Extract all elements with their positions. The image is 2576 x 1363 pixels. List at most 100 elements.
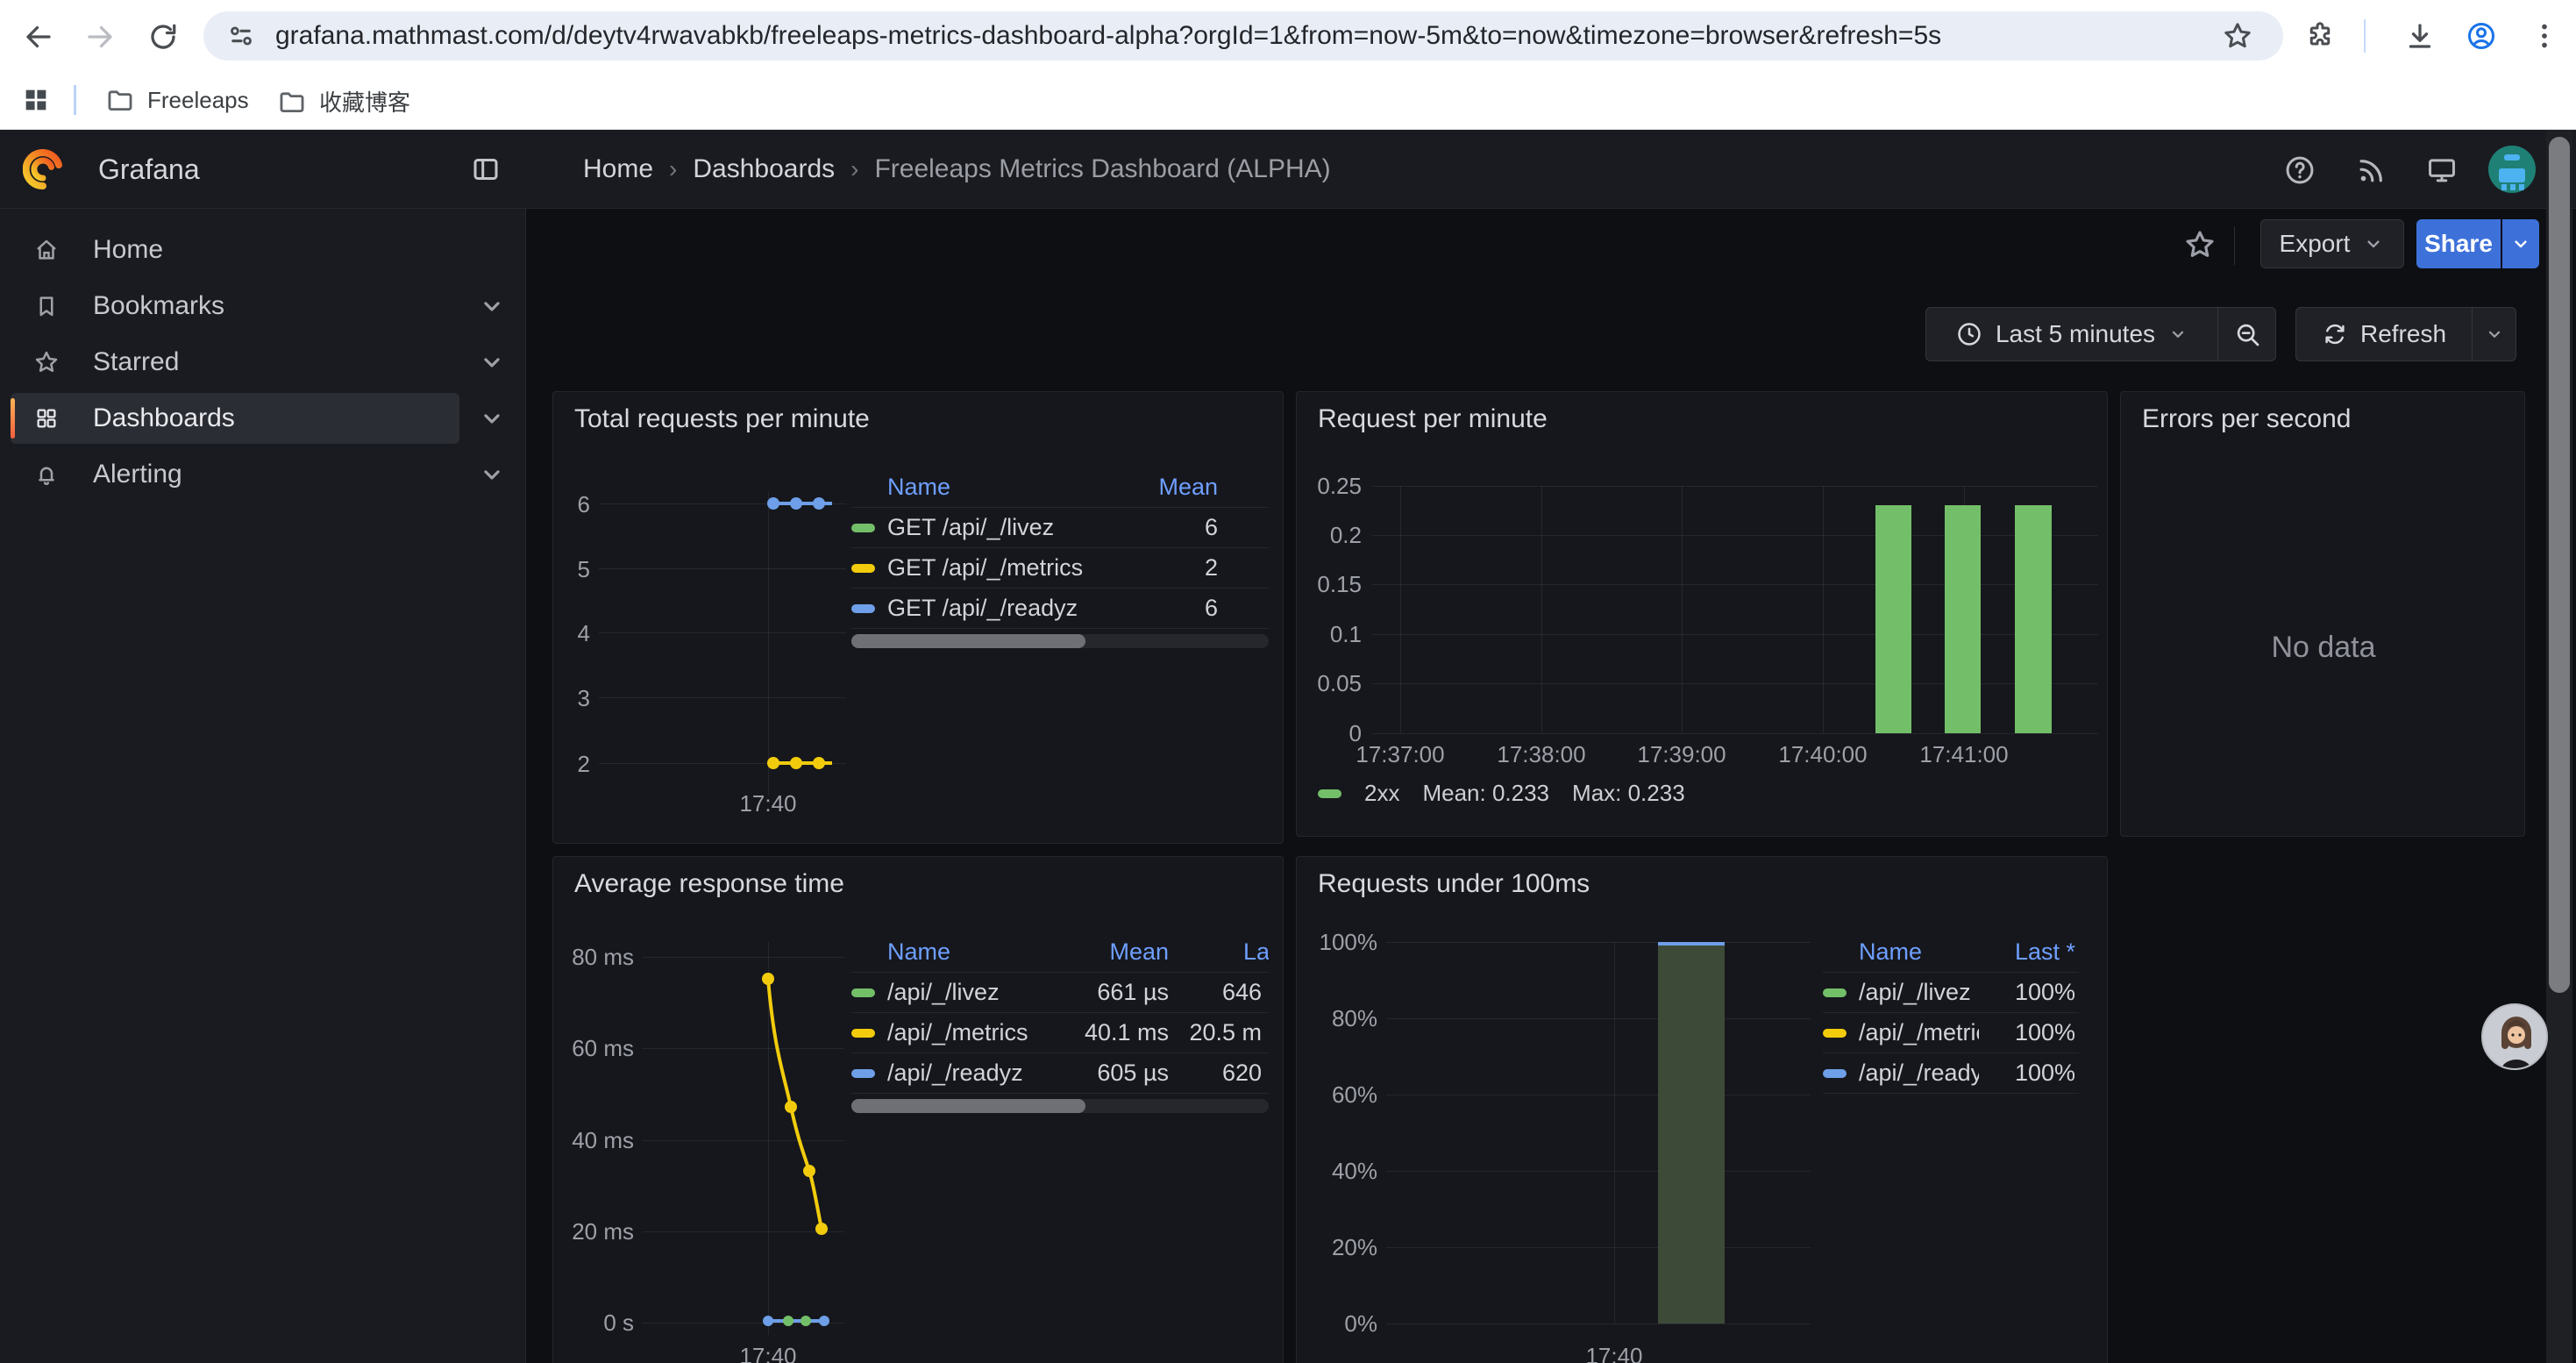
legend[interactable]: 2xx Mean: 0.233 Max: 0.233: [1318, 780, 1685, 807]
legend-header-last[interactable]: Last *: [1243, 938, 1269, 966]
legend-row[interactable]: GET /api/_/livez 6: [851, 508, 1269, 548]
site-settings-icon[interactable]: [226, 21, 256, 51]
series-color-pill[interactable]: [1823, 1029, 1847, 1038]
share-button[interactable]: Share: [2416, 219, 2501, 268]
bar[interactable]: [1945, 505, 1981, 733]
reload-icon[interactable]: [147, 21, 179, 53]
favorite-star-icon[interactable]: [2183, 228, 2217, 261]
breadcrumb-current: Freeleaps Metrics Dashboard (ALPHA): [874, 154, 1330, 184]
series-name[interactable]: /api/_/readyz: [887, 1060, 1064, 1087]
breadcrumb-dashboards[interactable]: Dashboards: [693, 154, 835, 184]
user-avatar[interactable]: [2488, 146, 2536, 193]
panel-request-per-minute[interactable]: Request per minute 0.25 0.2 0.15 0.1 0.0…: [1296, 391, 2108, 837]
series-color-pill[interactable]: [851, 1029, 875, 1038]
bookmark-star-icon[interactable]: [2222, 20, 2253, 52]
breadcrumb-home[interactable]: Home: [583, 154, 653, 184]
export-button[interactable]: Export: [2260, 219, 2404, 268]
sidebar-item-alerting[interactable]: Alerting: [11, 449, 459, 500]
page-scrollbar-thumb[interactable]: [2549, 137, 2570, 993]
bookmark-icon: [33, 293, 60, 319]
series-name[interactable]: GET /api/_/metrics: [887, 554, 1113, 582]
panel-errors-per-second[interactable]: Errors per second No data: [2120, 391, 2525, 837]
sidebar-item-dashboards[interactable]: Dashboards: [11, 393, 459, 444]
floating-avatar-widget[interactable]: [2481, 1003, 2548, 1070]
legend-row[interactable]: /api/_/metrics 40.1 ms 20.5 m: [851, 1013, 1269, 1053]
bookmark-folder-blogs[interactable]: 收藏博客: [277, 85, 410, 118]
time-range-picker[interactable]: Last 5 minutes: [1925, 307, 2218, 361]
y-tick-label: 100%: [1297, 929, 1377, 956]
help-icon[interactable]: [2283, 153, 2316, 187]
sidebar-item-starred[interactable]: Starred: [11, 337, 459, 388]
series-color-pill[interactable]: [851, 1069, 875, 1078]
legend-row[interactable]: /api/_/readyz 100%: [1823, 1053, 2079, 1094]
panel-title[interactable]: Request per minute: [1318, 404, 1548, 434]
display-icon[interactable]: [2425, 153, 2459, 187]
series-name[interactable]: /api/_/metrics: [887, 1019, 1064, 1046]
panel-title[interactable]: Errors per second: [2142, 404, 2351, 434]
news-rss-icon[interactable]: [2355, 153, 2388, 187]
extensions-icon[interactable]: [2304, 20, 2336, 52]
series-color-pill[interactable]: [851, 564, 875, 573]
zoom-out-button[interactable]: [2218, 307, 2276, 361]
series-name[interactable]: 2xx: [1364, 780, 1399, 807]
bar[interactable]: [1875, 505, 1911, 733]
bookmark-label[interactable]: Freeleaps: [147, 87, 249, 114]
sidebar-item-home[interactable]: Home: [11, 225, 459, 275]
panel-title[interactable]: Requests under 100ms: [1318, 869, 1590, 899]
series-color-pill[interactable]: [851, 524, 875, 532]
legend-row[interactable]: /api/_/metrics 100%: [1823, 1013, 2079, 1053]
sidebar-item-bookmarks[interactable]: Bookmarks: [11, 281, 459, 332]
downloads-icon[interactable]: [2404, 20, 2436, 52]
area-series[interactable]: [1658, 942, 1725, 1324]
chevron-down-icon[interactable]: [477, 347, 507, 377]
dock-menu-icon[interactable]: [470, 153, 502, 185]
legend-scrollbar[interactable]: [851, 634, 1269, 648]
panel-average-response-time[interactable]: Average response time 80 ms 60 ms 40 ms …: [552, 856, 1284, 1363]
legend-row[interactable]: /api/_/livez 100%: [1823, 973, 2079, 1013]
series-name[interactable]: /api/_/livez: [887, 979, 1064, 1006]
series-color-pill[interactable]: [1823, 988, 1847, 997]
chevron-down-icon[interactable]: [477, 291, 507, 321]
grafana-logo[interactable]: [23, 149, 63, 189]
legend-header-name[interactable]: Name: [887, 938, 1064, 966]
bar[interactable]: [2015, 505, 2052, 733]
legend-scrollbar[interactable]: [851, 1099, 1269, 1113]
series-name[interactable]: /api/_/livez: [1859, 979, 1979, 1006]
legend-row[interactable]: GET /api/_/readyz 6: [851, 589, 1269, 629]
series-name[interactable]: GET /api/_/readyz: [887, 595, 1113, 622]
legend-row[interactable]: /api/_/readyz 605 µs 620: [851, 1053, 1269, 1094]
forward-icon[interactable]: [84, 21, 116, 53]
legend-header-name[interactable]: Name: [1859, 938, 1979, 966]
profile-icon[interactable]: [2466, 20, 2497, 52]
bookmark-label[interactable]: 收藏博客: [319, 85, 410, 118]
series-color-pill[interactable]: [1823, 1069, 1847, 1078]
refresh-button[interactable]: Refresh: [2295, 307, 2473, 361]
browser-menu-icon[interactable]: [2529, 20, 2560, 52]
legend-header-name[interactable]: Name: [887, 474, 1113, 501]
series-color-pill[interactable]: [851, 604, 875, 613]
chevron-down-icon[interactable]: [477, 460, 507, 489]
legend-header-last[interactable]: Last *: [1979, 938, 2075, 966]
series-name[interactable]: /api/_/metrics: [1859, 1019, 1979, 1046]
apps-grid-icon[interactable]: [21, 85, 51, 115]
legend-row[interactable]: GET /api/_/metrics 2: [851, 548, 1269, 589]
legend-header-mean[interactable]: Mean: [1113, 474, 1218, 501]
breadcrumb-separator: ›: [653, 155, 693, 183]
series-color-pill[interactable]: [851, 988, 875, 997]
legend-row[interactable]: /api/_/livez 661 µs 646: [851, 973, 1269, 1013]
legend-header-mean[interactable]: Mean: [1064, 938, 1169, 966]
back-icon[interactable]: [23, 21, 54, 53]
series-color-pill[interactable]: [1318, 789, 1341, 798]
sidebar-item-label: Dashboards: [93, 403, 235, 433]
series-name[interactable]: /api/_/readyz: [1859, 1060, 1979, 1087]
bookmark-folder-freeleaps[interactable]: Freeleaps: [105, 85, 249, 115]
panel-total-requests-per-minute[interactable]: Total requests per minute 6 5 4 3 2 17:4…: [552, 391, 1284, 844]
url-bar[interactable]: grafana.mathmast.com/d/deytv4rwavabkb/fr…: [203, 11, 2283, 61]
panel-requests-under-100ms[interactable]: Requests under 100ms 100% 80% 60% 40% 20…: [1296, 856, 2108, 1363]
sidebar-item-label: Home: [93, 235, 163, 265]
series-name[interactable]: GET /api/_/livez: [887, 514, 1113, 541]
share-menu-button[interactable]: [2502, 219, 2539, 268]
chevron-down-icon[interactable]: [477, 403, 507, 433]
url-text[interactable]: grafana.mathmast.com/d/deytv4rwavabkb/fr…: [275, 21, 1941, 51]
refresh-interval-button[interactable]: [2473, 307, 2516, 361]
